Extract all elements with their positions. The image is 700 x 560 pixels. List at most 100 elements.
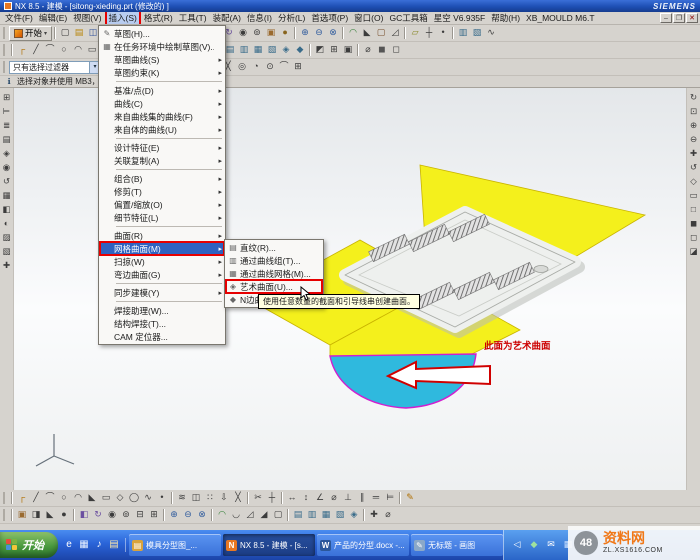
menubar-item-analysis[interactable]: 分析(L)	[275, 12, 308, 24]
project-icon[interactable]: ⇩	[217, 491, 231, 505]
refresh-view-icon[interactable]: ↻	[687, 91, 700, 105]
web-browser-icon[interactable]: ◉	[0, 161, 13, 175]
revolve2-icon[interactable]: ↻	[91, 508, 105, 522]
reuse-library-icon[interactable]: ▤	[0, 133, 13, 147]
insert-menu-item-detail-feature[interactable]: 细节特征(L)▸	[100, 211, 224, 224]
menubar-item-information[interactable]: 信息(I)	[244, 12, 275, 24]
sketch-chamfer-icon[interactable]: ◣	[85, 491, 99, 505]
trimmed-sheet-icon[interactable]: ◩	[313, 43, 327, 57]
extrude2-icon[interactable]: ◧	[77, 508, 91, 522]
chamfer-icon[interactable]: ◣	[360, 26, 374, 40]
line-icon[interactable]: ╱	[29, 43, 43, 57]
dimension-diameter-icon[interactable]: ⌀	[327, 491, 341, 505]
constraint-equal-icon[interactable]: ═	[369, 491, 383, 505]
unite-icon[interactable]: ⊕	[298, 26, 312, 40]
menubar-item-view[interactable]: 视图(V)	[70, 12, 104, 24]
minimize-window-icon[interactable]: –	[660, 13, 672, 23]
subtract2-icon[interactable]: ⊖	[181, 508, 195, 522]
mesh-submenu-item-ruled[interactable]: ▤直纹(R)...	[226, 241, 322, 254]
arc-icon[interactable]: ⌒	[43, 43, 57, 57]
pocket-icon[interactable]: ⊟	[133, 508, 147, 522]
offset-icon[interactable]: ≋	[175, 491, 189, 505]
constraint-parallel-icon[interactable]: ∥	[355, 491, 369, 505]
snap-arc-center-icon[interactable]: ◎	[235, 60, 249, 74]
hole2-icon[interactable]: ◉	[105, 508, 119, 522]
menubar-item-tools[interactable]: 工具(T)	[176, 12, 210, 24]
windows-start-button[interactable]: 开始	[0, 532, 58, 558]
insert-menu-item-sketch-constraint[interactable]: 草图约束(K)▸	[100, 66, 224, 79]
insert-menu-item-trim[interactable]: 修剪(T)▸	[100, 185, 224, 198]
swept-icon[interactable]: ▧	[470, 26, 484, 40]
profile-icon[interactable]: ┌	[15, 43, 29, 57]
fit-view-icon[interactable]: ⊡	[687, 105, 700, 119]
quick-trim-icon[interactable]: ✂	[251, 491, 265, 505]
sketch-ellipse-icon[interactable]: ◯	[127, 491, 141, 505]
menubar-item-assemblies[interactable]: 装配(A)	[210, 12, 244, 24]
mirror-icon[interactable]: ◫	[189, 491, 203, 505]
through-curves-icon[interactable]: ▥	[456, 26, 470, 40]
sketch-point-icon[interactable]: •	[155, 491, 169, 505]
intersect2-icon[interactable]: ╳	[231, 491, 245, 505]
pan-view-icon[interactable]: ✚	[687, 147, 700, 161]
draft2-icon[interactable]: ◢	[257, 508, 271, 522]
thicken-icon[interactable]: ▣	[341, 43, 355, 57]
insert-menu-item-design-feature[interactable]: 设计特征(E)▸	[100, 141, 224, 154]
chamfer2-icon[interactable]: ◿	[243, 508, 257, 522]
boss-icon[interactable]: ⊚	[250, 26, 264, 40]
block-icon[interactable]: ▣	[264, 26, 278, 40]
pad-icon[interactable]: ⊞	[147, 508, 161, 522]
insert-menu-item-combine[interactable]: 组合(B)▸	[100, 172, 224, 185]
show-desktop-icon[interactable]: ▦	[77, 538, 91, 552]
mesh-surface2-icon[interactable]: ▦	[319, 508, 333, 522]
shell2-icon[interactable]: ▢	[271, 508, 285, 522]
hd3d-tool-icon[interactable]: ◈	[0, 147, 13, 161]
messenger-icon[interactable]: ✉	[544, 538, 558, 552]
sketch-circle-icon[interactable]: ○	[57, 491, 71, 505]
insert-menu-item-curve-from-bodies[interactable]: 来自体的曲线(U)▸	[100, 123, 224, 136]
insert-menu-item-mesh-surface[interactable]: 网格曲面(M)▸	[100, 242, 224, 255]
swept-surface-icon[interactable]: ▧	[265, 43, 279, 57]
sew-icon[interactable]: ⊞	[327, 43, 341, 57]
intersect-icon[interactable]: ⊗	[326, 26, 340, 40]
menubar-item-insert[interactable]: 插入(S)	[105, 12, 141, 24]
menubar-item-help[interactable]: 帮助(H)	[488, 12, 523, 24]
datum-plane-icon[interactable]: ▱	[408, 26, 422, 40]
measure2-icon[interactable]: ⌀	[381, 508, 395, 522]
constraint-navigator-icon[interactable]: ⊨	[0, 105, 13, 119]
ruled2-icon[interactable]: ▤	[291, 508, 305, 522]
menubar-item-xingkong[interactable]: 星空 V6.935F	[431, 12, 489, 24]
move-object-icon[interactable]: ✚	[367, 508, 381, 522]
wireframe-view-icon[interactable]: ◻	[687, 231, 700, 245]
antivirus-icon[interactable]: ◆	[527, 538, 541, 552]
finish-sketch-icon[interactable]: ✎	[403, 491, 417, 505]
cone-icon[interactable]: ◣	[43, 508, 57, 522]
insert-menu-item-datum-point[interactable]: 基准/点(D)▸	[100, 84, 224, 97]
edge-blend2-icon[interactable]: ◠	[215, 508, 229, 522]
new-file-icon[interactable]: ▢	[58, 26, 72, 40]
roles-icon[interactable]: ◐	[0, 217, 13, 231]
system-scenes-icon[interactable]: ▧	[0, 245, 13, 259]
subtract-icon[interactable]: ⊖	[312, 26, 326, 40]
through-curve-mesh-surface-icon[interactable]: ▦	[251, 43, 265, 57]
volume-icon[interactable]: ◁	[510, 538, 524, 552]
sketch-profile-icon[interactable]: ┌	[15, 491, 29, 505]
insert-menu-item-weld-assistant[interactable]: 焊接助理(W)...	[100, 304, 224, 317]
toolbar-grip[interactable]	[3, 27, 6, 39]
history-icon[interactable]: ↺	[0, 175, 13, 189]
dimension-angle-icon[interactable]: ∠	[313, 491, 327, 505]
menubar-item-edit[interactable]: 编辑(E)	[36, 12, 70, 24]
menubar-item-xb-mould[interactable]: XB_MOULD M6.T	[523, 12, 598, 24]
through-curves2-icon[interactable]: ▥	[305, 508, 319, 522]
snap-quadrant-icon[interactable]: ◔	[249, 60, 263, 74]
rotate-view-icon[interactable]: ↺	[687, 161, 700, 175]
cylinder-icon[interactable]: ◨	[29, 508, 43, 522]
insert-menu-item-curve-from-curves[interactable]: 来自曲线集的曲线(F)▸	[100, 110, 224, 123]
mesh-submenu-item-through-curves[interactable]: ▥通过曲线组(T)...	[226, 254, 322, 267]
dimension-vertical-icon[interactable]: ↕	[299, 491, 313, 505]
zoom-in-icon[interactable]: ⊕	[687, 119, 700, 133]
quick-extend-icon[interactable]: ┼	[265, 491, 279, 505]
sketch-fillet-icon[interactable]: ◠	[71, 491, 85, 505]
studio-surface-icon[interactable]: ◈	[279, 43, 293, 57]
insert-menu-item-cam-locator[interactable]: CAM 定位器...	[100, 330, 224, 343]
shell-icon[interactable]: ▢	[374, 26, 388, 40]
